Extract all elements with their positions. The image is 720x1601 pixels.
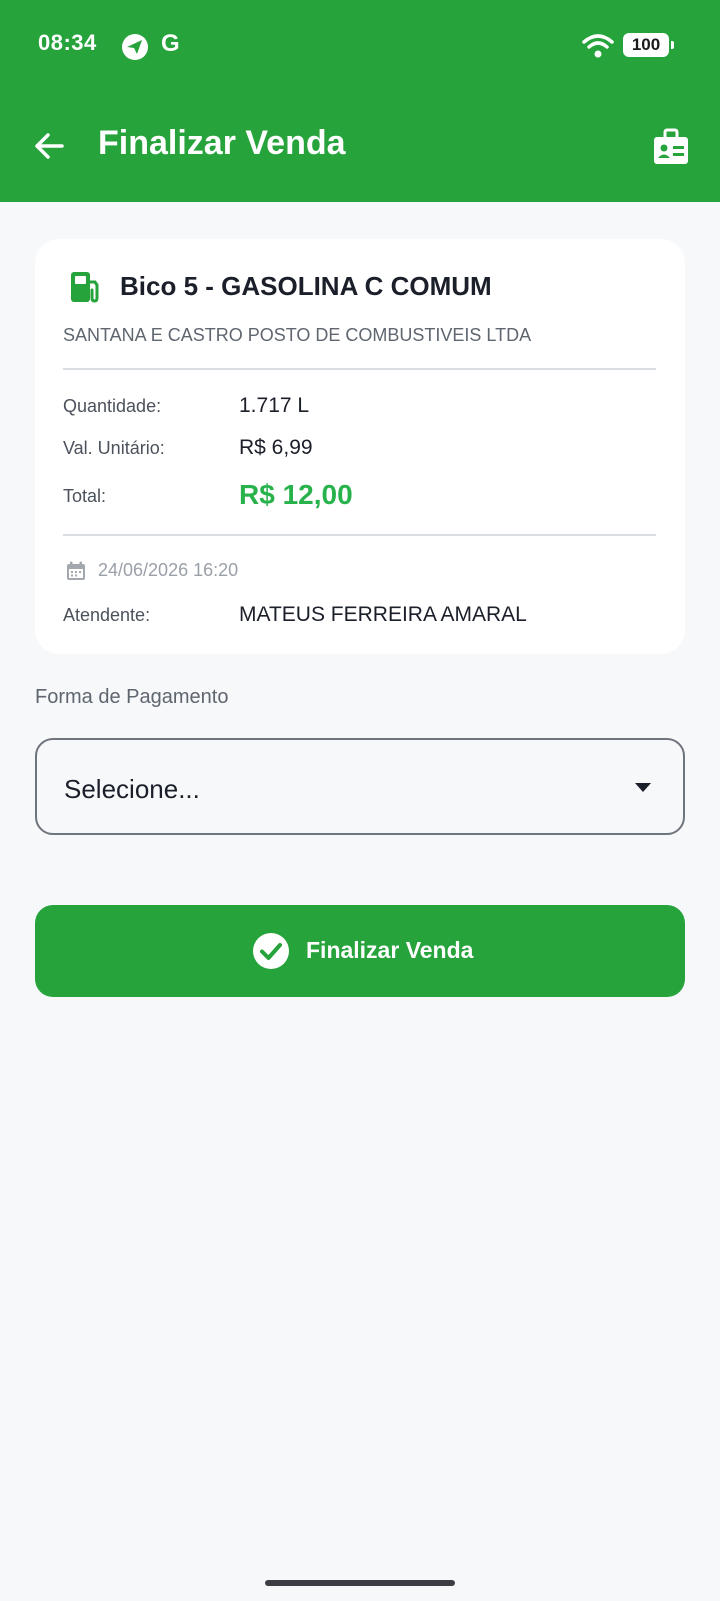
- g-app-indicator: G: [161, 30, 180, 57]
- battery-indicator: 100: [623, 33, 674, 57]
- id-badge-icon[interactable]: [652, 128, 690, 166]
- payment-method-select[interactable]: Selecione...: [35, 738, 685, 835]
- quantity-label: Quantidade:: [63, 396, 162, 416]
- wifi-icon: [582, 34, 614, 58]
- divider: [63, 534, 656, 536]
- payment-method-label: Forma de Pagamento: [35, 686, 229, 708]
- caret-down-icon: [635, 783, 651, 792]
- page-title: Finalizar Venda: [98, 124, 346, 162]
- status-time: 08:34: [38, 30, 97, 55]
- total-value: R$ 12,00: [239, 479, 353, 510]
- sale-datetime: 24/06/2026 16:20: [98, 560, 239, 580]
- total-label: Total:: [63, 486, 107, 506]
- unit-price-label: Val. Unitário:: [63, 438, 165, 458]
- back-arrow-icon[interactable]: [32, 129, 66, 163]
- station-name: SANTANA E CASTRO POSTO DE COMBUSTIVEIS L…: [63, 325, 532, 345]
- attendant-label: Atendente:: [63, 605, 151, 625]
- unit-price-value: R$ 6,99: [239, 436, 313, 459]
- home-indicator[interactable]: [265, 1580, 455, 1586]
- navigation-icon: [122, 34, 148, 60]
- payment-method-selected: Selecione...: [64, 774, 200, 804]
- check-circle-icon: [253, 933, 289, 969]
- finalize-sale-button[interactable]: Finalizar Venda: [35, 905, 685, 997]
- calendar-icon: [67, 561, 85, 580]
- finalize-sale-label: Finalizar Venda: [306, 937, 474, 963]
- app-header: 08:34 G 100 Finalizar Venda: [0, 0, 720, 202]
- divider: [63, 368, 656, 370]
- attendant-value: MATEUS FERREIRA AMARAL: [239, 603, 527, 626]
- quantity-value: 1.717 L: [239, 394, 310, 417]
- status-bar: 08:34 G 100: [0, 0, 720, 92]
- sale-summary-card: Bico 5 - GASOLINA C COMUM SANTANA E CAST…: [35, 239, 685, 654]
- pump-title: Bico 5 - GASOLINA C COMUM: [120, 271, 492, 301]
- fuel-pump-icon: [71, 272, 99, 303]
